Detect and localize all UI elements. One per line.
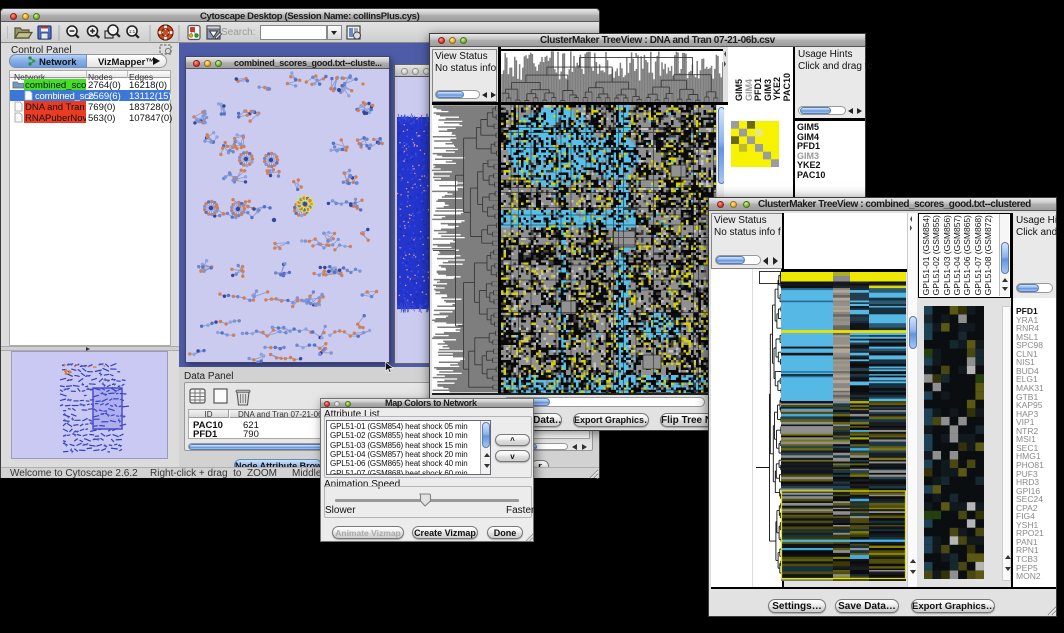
svg-text:1:1: 1:1 <box>129 29 136 34</box>
